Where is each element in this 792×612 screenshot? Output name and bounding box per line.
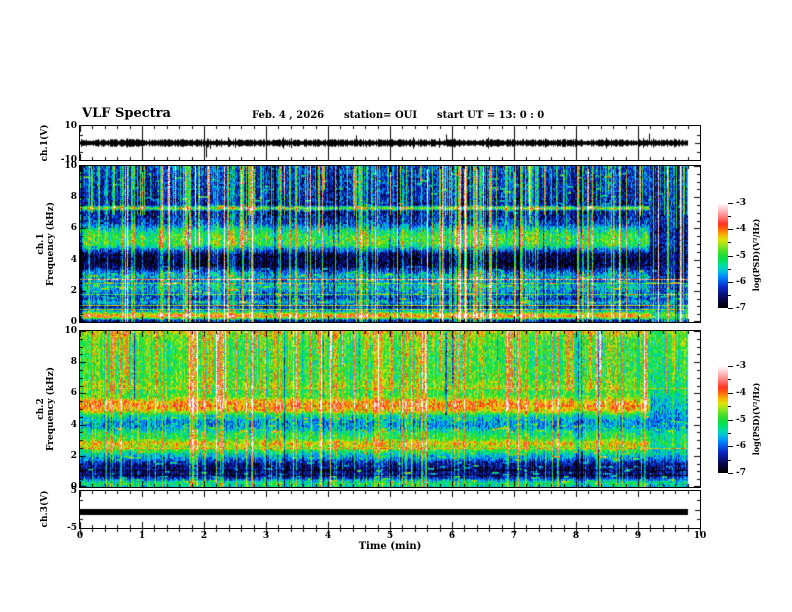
colorbar-ch2: [718, 366, 728, 473]
colorbar-minor-tick: [728, 460, 731, 461]
ch1-spectrogram-panel: [79, 165, 701, 323]
y-tick-label-ch2spec: 2: [70, 450, 77, 461]
ch2-label: ch.2: [36, 398, 46, 420]
colorbar-tick-label: -5: [736, 414, 746, 425]
y-tick-label-ch1spec: 6: [70, 223, 77, 234]
y-tick-label-ch1spec: 10: [64, 161, 77, 171]
ch1-frequency-ylabel: ch.1 Frequency (kHz): [36, 202, 56, 286]
colorbar-tick-label: -6: [736, 441, 746, 452]
y-tick-label-ch3v: -5: [67, 523, 77, 533]
x-tick-label: 3: [262, 531, 270, 541]
colorbar-tick-label: -3: [736, 361, 746, 371]
colorbar-ch2-label: log(PSD)(V²/Hz): [751, 382, 761, 456]
x-tick-label: 10: [693, 531, 707, 541]
colorbar-minor-tick: [728, 216, 731, 217]
y-tick-label-ch1v: 10: [64, 121, 77, 131]
colorbar-tick-label: -4: [736, 224, 746, 235]
colorbar-tick: [728, 203, 733, 204]
x-tick-label: 7: [510, 531, 518, 541]
colorbar-tick: [728, 393, 733, 394]
x-tick-label: 1: [138, 531, 146, 541]
x-tick-label: 5: [386, 531, 394, 541]
ch3-voltage-panel: [79, 490, 701, 529]
colorbar-minor-tick: [728, 379, 731, 380]
colorbar-minor-tick: [728, 242, 731, 243]
x-tick-label: 6: [448, 531, 456, 541]
ch2-spectrogram-panel: [79, 330, 701, 488]
x-tick-label: 2: [200, 531, 208, 541]
ch2-frequency-ylabel: ch.2 Frequency (kHz): [36, 367, 56, 451]
colorbar-tick-label: -4: [736, 387, 746, 398]
colorbar-tick: [728, 420, 733, 421]
colorbar-tick: [728, 282, 733, 283]
colorbar-tick-label: -3: [736, 198, 746, 208]
colorbar-minor-tick: [728, 295, 731, 296]
vlf-spectra-plot: VLF Spectra Feb. 4 , 2026 station= OUI s…: [0, 0, 792, 612]
colorbar-tick-label: -7: [736, 468, 746, 478]
y-tick-label-ch2spec: 10: [64, 326, 77, 336]
header-start-ut: start UT = 13: 0 : 0: [437, 110, 545, 121]
colorbar-minor-tick: [728, 269, 731, 270]
colorbar-tick: [728, 308, 733, 309]
x-tick-label: 8: [572, 531, 580, 541]
y-tick-label-ch1spec: 4: [70, 254, 77, 265]
colorbar-minor-tick: [728, 406, 731, 407]
colorbar-tick: [728, 256, 733, 257]
colorbar-tick-label: -7: [736, 303, 746, 313]
colorbar-tick: [728, 473, 733, 474]
colorbar-tick-label: -5: [736, 250, 746, 261]
colorbar-tick: [728, 446, 733, 447]
ch3-voltage-ylabel: ch.3(V): [40, 490, 50, 528]
y-tick-label-ch1spec: 2: [70, 285, 77, 296]
y-tick-label-ch3v: 5: [70, 486, 77, 496]
frequency-khz-label2: Frequency (kHz): [46, 366, 56, 452]
colorbar-minor-tick: [728, 433, 731, 434]
colorbar-tick-label: -6: [736, 276, 746, 287]
y-tick-label-ch1spec: 8: [70, 192, 77, 203]
ch1-voltage-panel: [79, 125, 701, 161]
colorbar-ch1: [718, 203, 728, 308]
y-tick-label-ch2spec: 8: [70, 357, 77, 368]
y-tick-label-ch2spec: 6: [70, 388, 77, 399]
ch1-voltage-ylabel: ch.1(V): [40, 124, 50, 162]
header-station: station= OUI: [344, 110, 418, 121]
x-tick-label: 9: [634, 531, 642, 541]
ch1-label: ch.1: [36, 233, 46, 255]
colorbar-ch1-label: log(PSD)(V²/Hz): [751, 218, 761, 292]
page-title: VLF Spectra: [82, 106, 171, 121]
x-axis-title: Time (min): [358, 541, 422, 552]
frequency-khz-label: Frequency (kHz): [46, 201, 56, 287]
x-tick-label: 0: [76, 531, 84, 541]
colorbar-tick: [728, 229, 733, 230]
y-tick-label-ch2spec: 4: [70, 419, 77, 430]
x-tick-label: 4: [324, 531, 332, 541]
colorbar-tick: [728, 366, 733, 367]
header-date: Feb. 4 , 2026: [252, 110, 325, 121]
